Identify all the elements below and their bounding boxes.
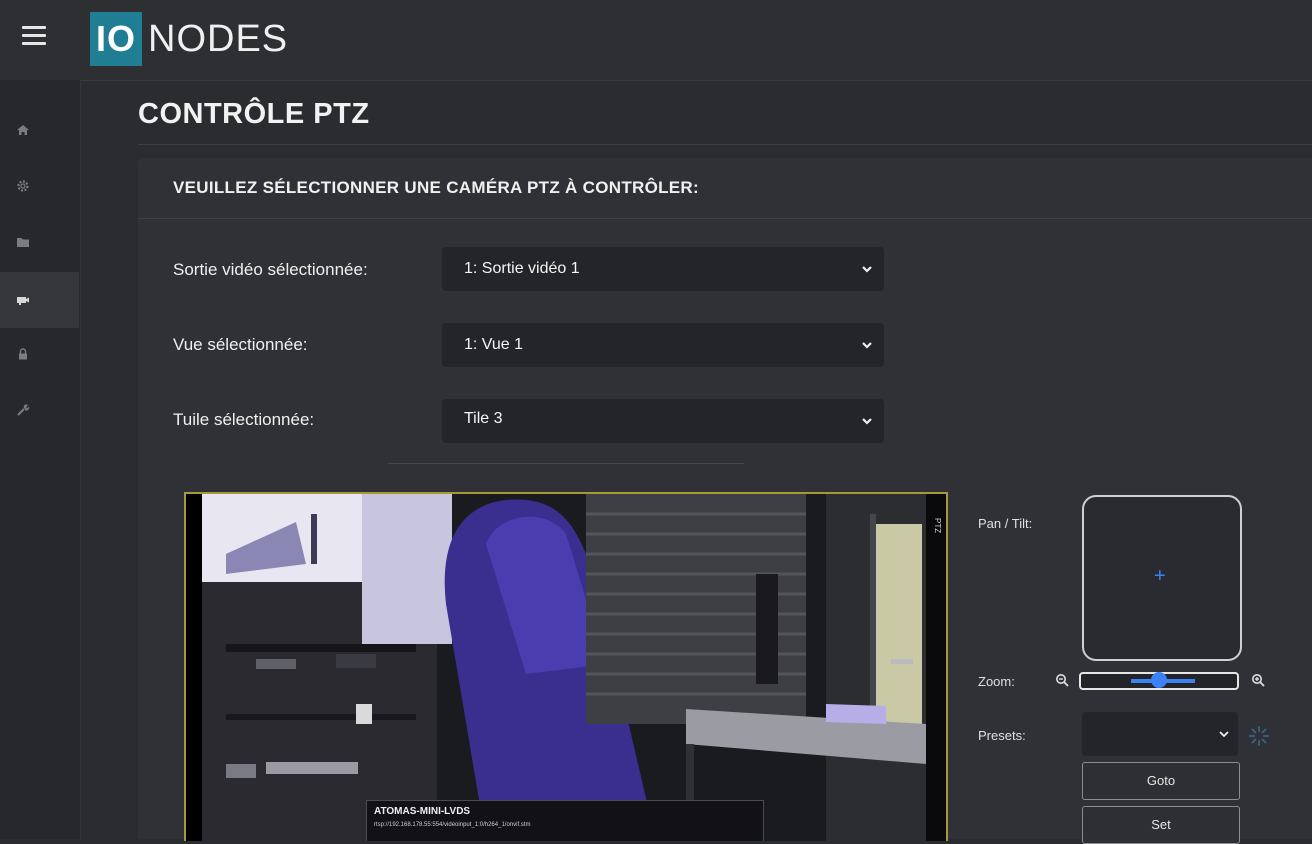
view-value: 1: Vue 1 (464, 336, 524, 353)
top-bar: IO NODES (0, 0, 1312, 81)
panel-heading: VEUILLEZ SÉLECTIONNER UNE CAMÉRA PTZ À C… (173, 178, 699, 197)
logo-nodes: NODES (148, 17, 289, 60)
sidebar-item-files[interactable] (0, 214, 79, 270)
camera-icon (16, 297, 29, 305)
chevron-down-icon (862, 266, 872, 273)
gear-icon (16, 180, 29, 192)
wrench-icon (16, 404, 29, 416)
pan-tilt-pad[interactable]: + (1082, 495, 1242, 661)
panel-header: VEUILLEZ SÉLECTIONNER UNE CAMÉRA PTZ À C… (138, 158, 1312, 219)
title-divider (138, 144, 1312, 145)
logo-io: IO (90, 12, 143, 66)
goto-button[interactable]: Goto (1082, 762, 1240, 800)
view-select[interactable]: 1: Vue 1 (442, 323, 884, 367)
folder-icon (16, 238, 29, 247)
separator (388, 463, 744, 464)
page-title: CONTRÔLE PTZ (138, 98, 370, 130)
zoom-slider-handle[interactable] (1151, 672, 1167, 688)
tile-select[interactable]: Tile 3 (442, 399, 884, 443)
ptz-tag: PTZ (933, 518, 942, 534)
set-button[interactable]: Set (1082, 806, 1240, 844)
sidebar-item-ptz[interactable] (0, 272, 79, 328)
camera-label: ATOMAS-MINI-LVDS rtsp://192.168.178.55:5… (366, 800, 764, 841)
pan-tilt-label: Pan / Tilt: (978, 516, 1033, 531)
lock-icon (18, 348, 27, 360)
chevron-down-icon (862, 418, 872, 425)
camera-stream-url: rtsp://192.168.178.55:554/videoinput_1:0… (374, 822, 531, 828)
video-output-value: 1: Sortie vidéo 1 (464, 260, 580, 277)
zoom-label: Zoom: (978, 674, 1015, 689)
loading-spinner-icon (1249, 726, 1269, 746)
tile-value: Tile 3 (464, 410, 503, 427)
sidebar-item-settings[interactable] (0, 158, 79, 214)
chevron-down-icon (862, 342, 872, 349)
video-feed[interactable]: PTZ ATOMAS-MINI-LVDS rtsp://192.168.178.… (184, 492, 948, 841)
video-output-select[interactable]: 1: Sortie vidéo 1 (442, 247, 884, 291)
video-output-label: Sortie vidéo sélectionnée: (173, 260, 368, 279)
ptz-panel: VEUILLEZ SÉLECTIONNER UNE CAMÉRA PTZ À C… (138, 158, 1312, 844)
sidebar (0, 80, 81, 839)
camera-name: ATOMAS-MINI-LVDS (374, 806, 471, 817)
zoom-out-icon[interactable] (1055, 673, 1069, 687)
video-frame (186, 494, 946, 841)
zoom-slider[interactable] (1079, 672, 1239, 690)
sidebar-item-tools[interactable] (0, 382, 79, 438)
presets-select[interactable] (1082, 712, 1238, 756)
home-icon (16, 125, 29, 135)
sidebar-item-home[interactable] (0, 102, 79, 158)
chevron-down-icon (1219, 731, 1229, 738)
zoom-in-icon[interactable] (1251, 673, 1265, 687)
view-label: Vue sélectionnée: (173, 335, 308, 354)
sidebar-item-security[interactable] (0, 326, 79, 382)
logo: IO NODES (90, 12, 288, 66)
tile-label: Tuile sélectionnée: (173, 410, 315, 429)
crosshair-icon: + (1154, 565, 1166, 587)
presets-label: Presets: (978, 728, 1026, 743)
menu-icon[interactable] (22, 26, 46, 46)
